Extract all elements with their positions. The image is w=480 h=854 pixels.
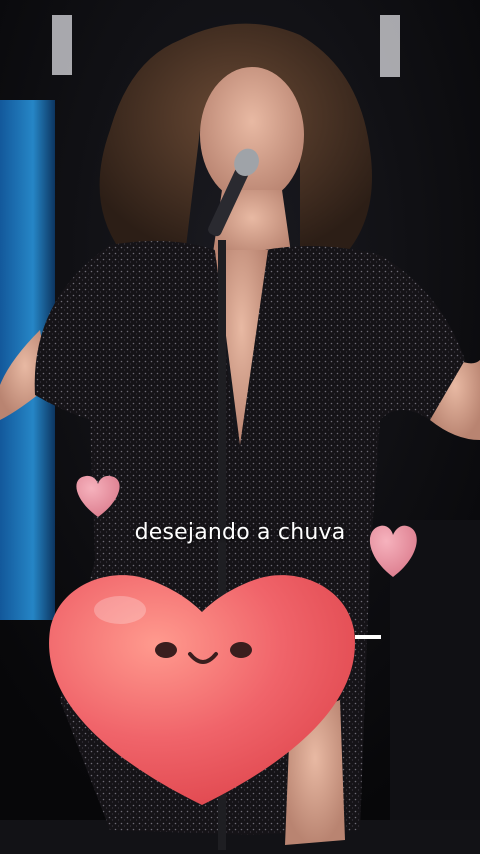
subtitle-caption: desejando a chuva <box>134 520 346 545</box>
video-frame: desejando a chuva <box>0 0 480 854</box>
concert-photo <box>0 0 480 854</box>
